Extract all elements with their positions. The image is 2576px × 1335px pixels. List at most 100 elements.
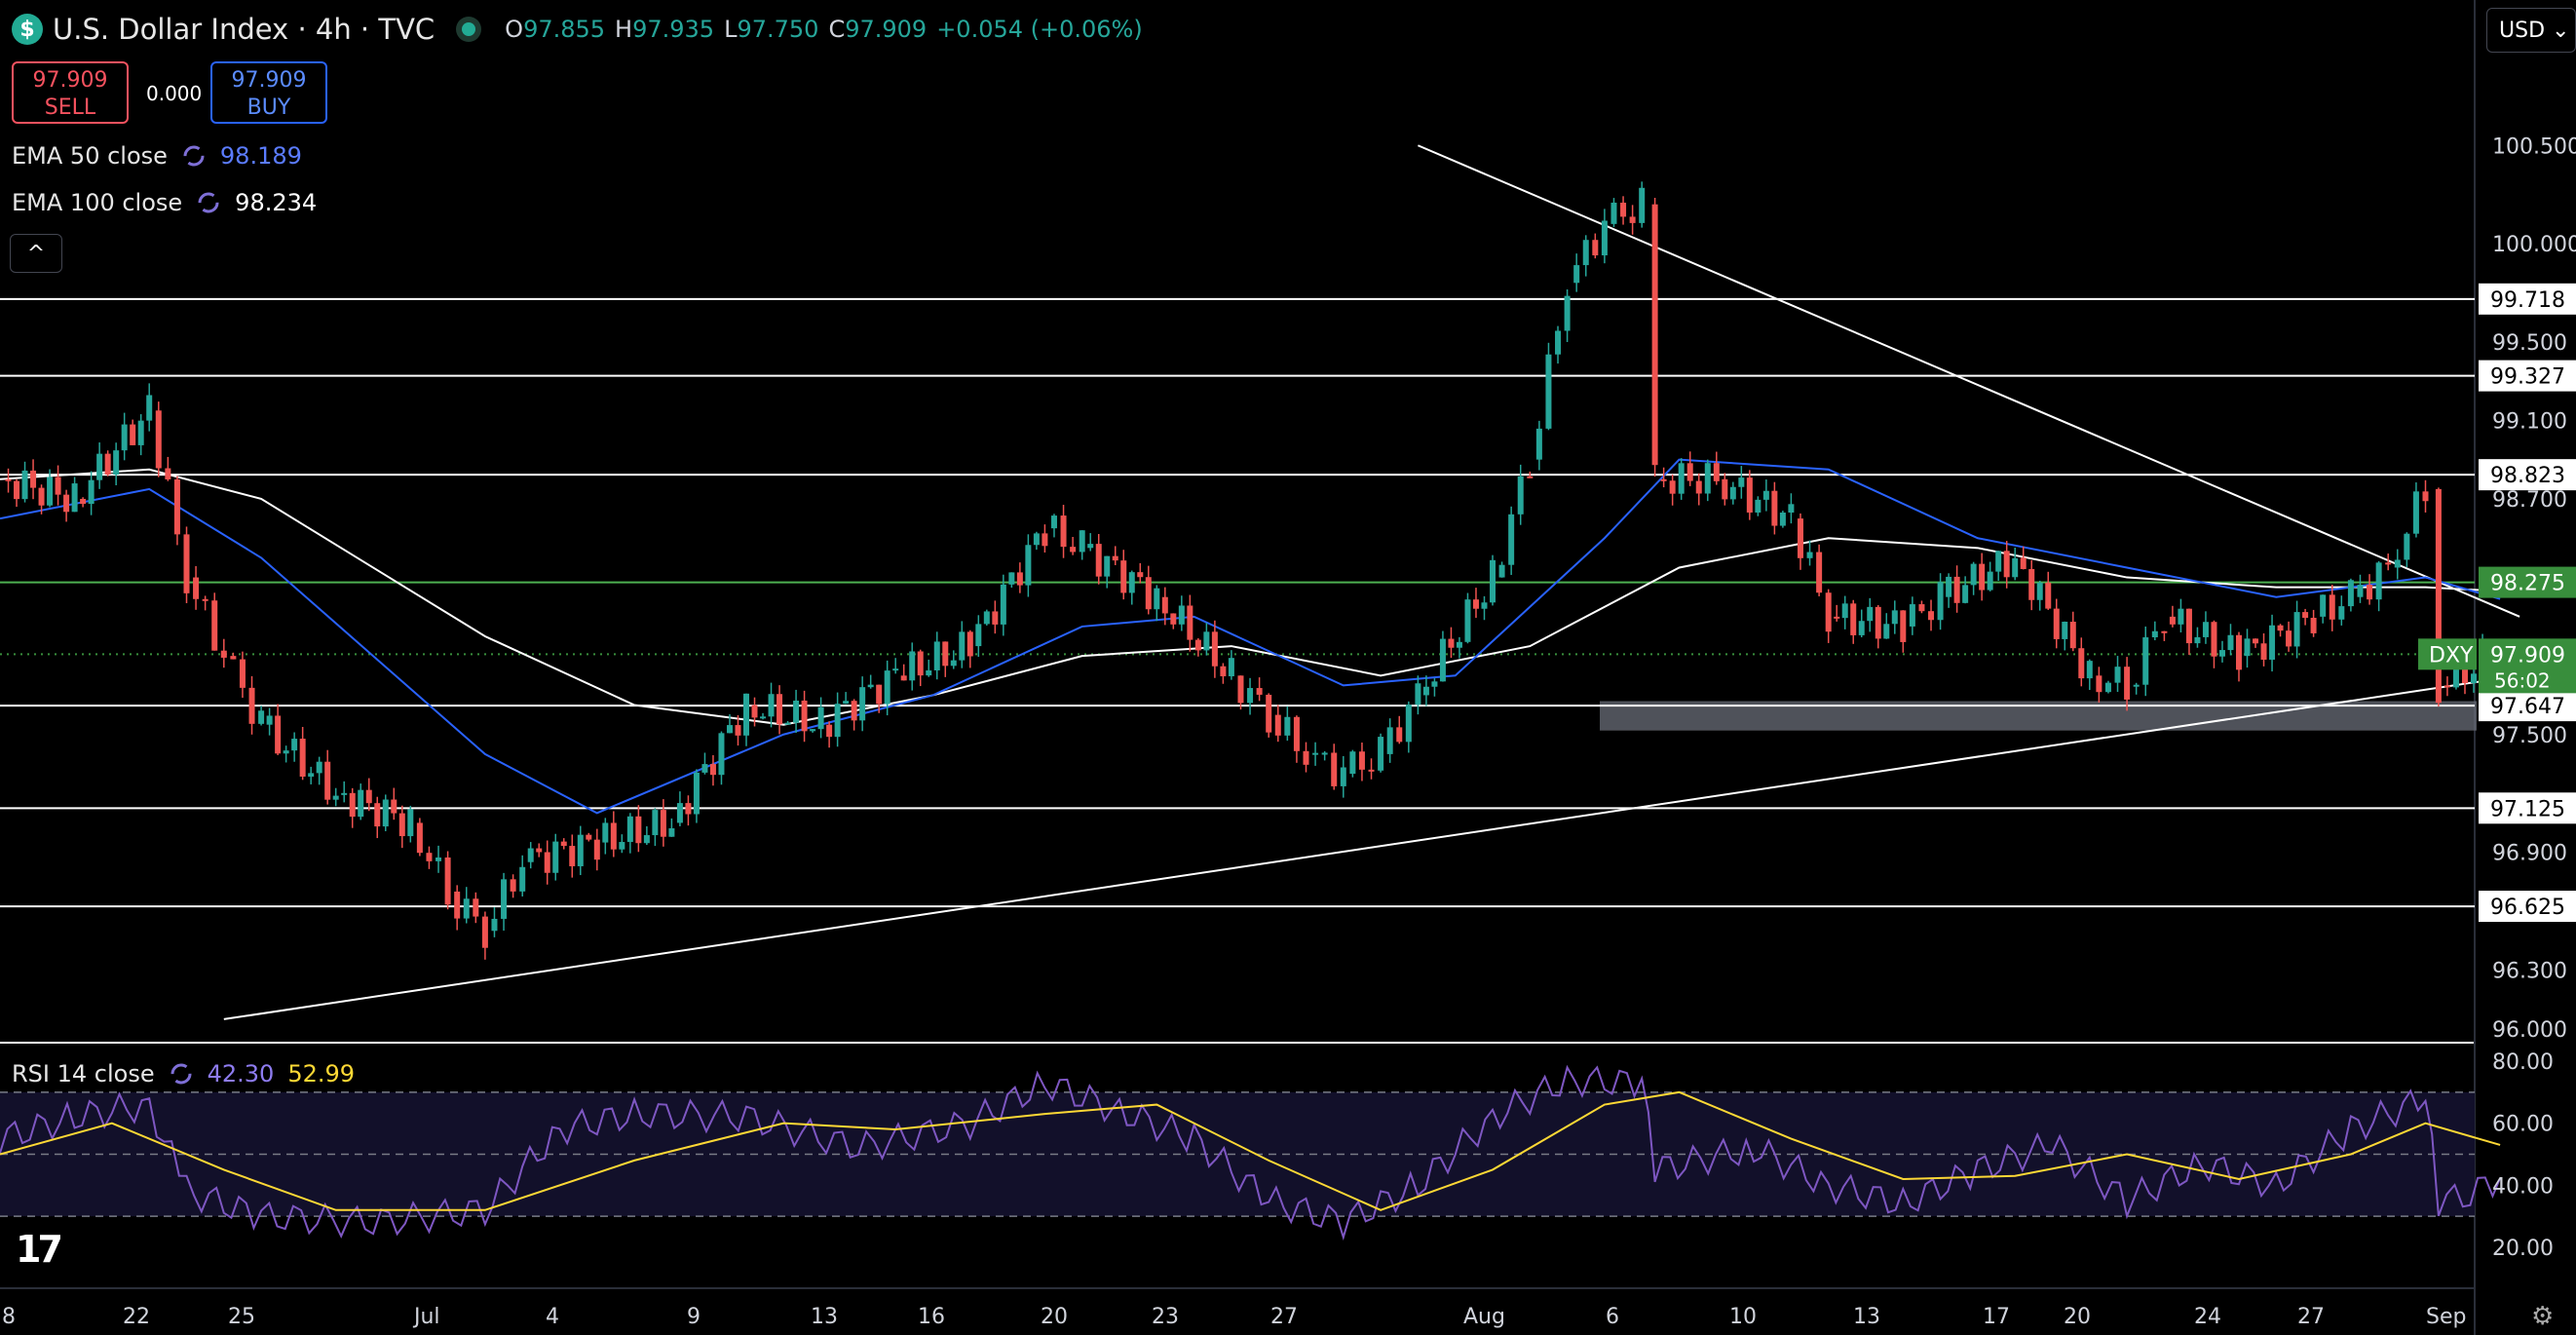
candle-body — [308, 773, 315, 777]
candle-body — [975, 624, 982, 647]
candle-body — [1145, 577, 1152, 610]
candle-body — [1788, 504, 1795, 514]
candle-body — [992, 611, 999, 625]
candle-body — [959, 631, 966, 661]
candle-body — [183, 534, 190, 593]
candle-body — [777, 694, 783, 725]
candle-body — [291, 739, 298, 751]
candle-body — [851, 701, 857, 721]
candle-body — [2394, 559, 2401, 568]
price-chart[interactable]: 100.500100.00099.50099.10098.70097.50096… — [0, 0, 2576, 1335]
candle-body — [248, 687, 255, 724]
candle-body — [1228, 658, 1234, 677]
level-badge-label: 98.275 — [2490, 572, 2565, 596]
rsi-tick-label: 60.00 — [2492, 1113, 2554, 1137]
candle-body — [30, 470, 37, 488]
candle-body — [643, 835, 650, 844]
candle-body — [211, 600, 218, 651]
candle-body — [407, 809, 414, 837]
candle-body — [2178, 608, 2184, 625]
candle-body — [1256, 688, 1263, 695]
buy-button[interactable]: 97.909 BUY — [210, 61, 327, 124]
candle-body — [544, 852, 550, 873]
candle-body — [610, 822, 617, 850]
refresh-icon[interactable] — [181, 143, 207, 169]
candle-body — [1695, 480, 1702, 494]
candle-body — [2253, 638, 2259, 644]
candle-body — [519, 866, 526, 892]
market-status-icon[interactable] — [462, 22, 476, 36]
candle-body — [569, 846, 576, 866]
candle-body — [1573, 265, 1580, 284]
candle-body — [784, 722, 791, 725]
candle-body — [1378, 737, 1384, 771]
candle-body — [1008, 572, 1015, 585]
candle-body — [1464, 599, 1471, 642]
candle-body — [2236, 634, 2242, 670]
spread-value: 0.000 — [146, 82, 203, 105]
ohlc-open: O97.855 — [505, 16, 606, 43]
candle-body — [668, 828, 675, 837]
candle-body — [391, 799, 398, 814]
candle-body — [1293, 716, 1300, 751]
candle-body — [2218, 650, 2225, 657]
candle-body — [1686, 463, 1693, 481]
ohlc-change: +0.054 (+0.06%) — [936, 16, 1143, 43]
candle-body — [1508, 514, 1515, 565]
candle-body — [1620, 202, 1627, 217]
ohlc-readout: O97.855 H97.935 L97.750 C97.909 +0.054 (… — [505, 16, 1143, 43]
symbol-badge-label: DXY — [2429, 643, 2474, 668]
sell-button[interactable]: 97.909 SELL — [12, 61, 129, 124]
candle-body — [1610, 202, 1617, 224]
candle-body — [454, 891, 461, 919]
candle-body — [1875, 606, 1881, 639]
ema50-legend[interactable]: EMA 50 close 98.189 — [12, 142, 302, 170]
ema100-legend[interactable]: EMA 100 close 98.234 — [12, 189, 317, 216]
candle-body — [1498, 564, 1505, 578]
candle-body — [283, 750, 289, 754]
candle-body — [2012, 557, 2019, 578]
gear-icon[interactable]: ⚙ — [2531, 1302, 2554, 1331]
candle-body — [1555, 330, 1562, 355]
time-tick-label: 6 — [1606, 1305, 1619, 1329]
sell-label: SELL — [44, 95, 96, 120]
candle-body — [71, 483, 78, 513]
candle-body — [113, 450, 120, 475]
candle-body — [726, 725, 733, 734]
candle-body — [1220, 666, 1227, 677]
candle-body — [1422, 686, 1429, 696]
rsi-legend[interactable]: RSI 14 close 42.30 52.99 — [12, 1060, 355, 1087]
candle-body — [1331, 752, 1338, 786]
candle-body — [2227, 634, 2234, 651]
candle-body — [602, 822, 609, 843]
symbol-title[interactable]: U.S. Dollar Index · 4h · TVC — [53, 13, 435, 46]
candle-body — [358, 789, 364, 818]
candle-body — [2422, 491, 2429, 502]
refresh-icon[interactable] — [169, 1061, 194, 1087]
candle-body — [1120, 560, 1127, 593]
candle-body — [2169, 616, 2176, 625]
candle-body — [2310, 618, 2317, 633]
candle-body — [1237, 675, 1244, 704]
candle-body — [1060, 515, 1067, 548]
candle-body — [2086, 661, 2093, 679]
candle-body — [859, 687, 866, 721]
candle-body — [1660, 478, 1667, 481]
price-tick-label: 96.000 — [2492, 1018, 2567, 1043]
candle-body — [1564, 295, 1571, 331]
candle-body — [2404, 533, 2410, 560]
level-badge-label: 99.718 — [2490, 288, 2565, 313]
candle-body — [510, 879, 516, 892]
chevron-down-icon: ⌄ — [2552, 19, 2570, 43]
candle-body — [1729, 486, 1736, 500]
refresh-icon[interactable] — [196, 190, 221, 215]
candle-body — [2194, 636, 2201, 644]
time-tick-label: 27 — [2297, 1305, 2325, 1329]
currency-select[interactable]: USD ⌄ — [2486, 8, 2576, 53]
collapse-legend-button[interactable]: ^ — [10, 234, 62, 273]
candle-body — [1953, 576, 1960, 603]
sell-price: 97.909 — [32, 68, 108, 93]
time-tick-label: Jul — [412, 1305, 440, 1329]
time-tick-label: 22 — [123, 1305, 150, 1329]
candle-body — [173, 478, 180, 535]
